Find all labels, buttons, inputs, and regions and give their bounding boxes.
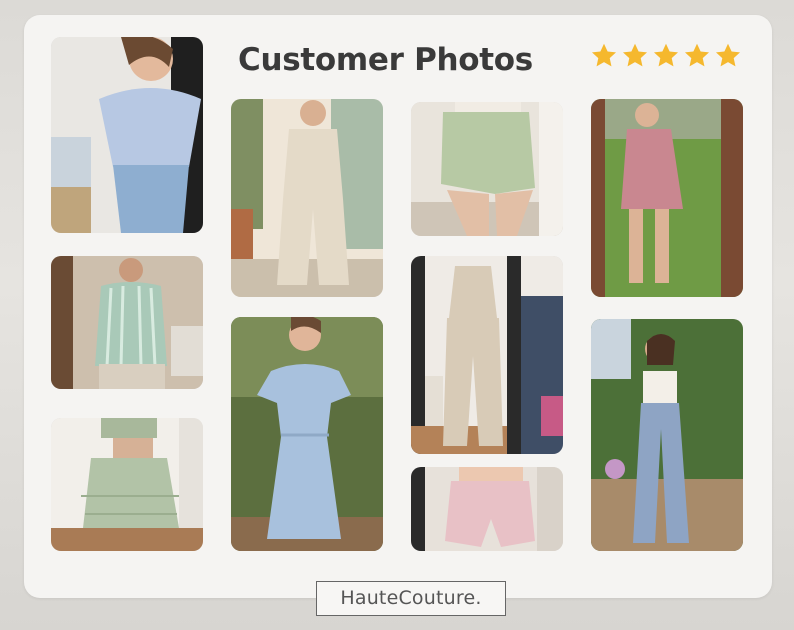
photo-pink-overall-shorts[interactable] [591, 99, 743, 297]
photo-striped-shirt-man[interactable] [51, 256, 203, 389]
photo-striped-peplum-pants-set[interactable] [411, 256, 563, 454]
star-icon [715, 43, 741, 67]
photo-blue-wrap-top-jeans[interactable] [51, 37, 203, 233]
page-title: Customer Photos [238, 42, 533, 78]
photo-sage-wrap-shorts[interactable] [411, 102, 563, 236]
photo-linen-jumpsuit[interactable] [231, 99, 383, 297]
brand-logo: HauteCouture. [316, 581, 506, 616]
photo-blue-linen-pants[interactable] [591, 319, 743, 551]
star-icon [653, 43, 679, 67]
photo-blue-flutter-dress[interactable] [231, 317, 383, 551]
star-icon [684, 43, 710, 67]
star-icon [591, 43, 617, 67]
star-rating [590, 42, 742, 70]
photo-pink-striped-shorts[interactable] [411, 467, 563, 551]
photo-sage-smocked-skirt-set[interactable] [51, 418, 203, 551]
star-icon [622, 43, 648, 67]
